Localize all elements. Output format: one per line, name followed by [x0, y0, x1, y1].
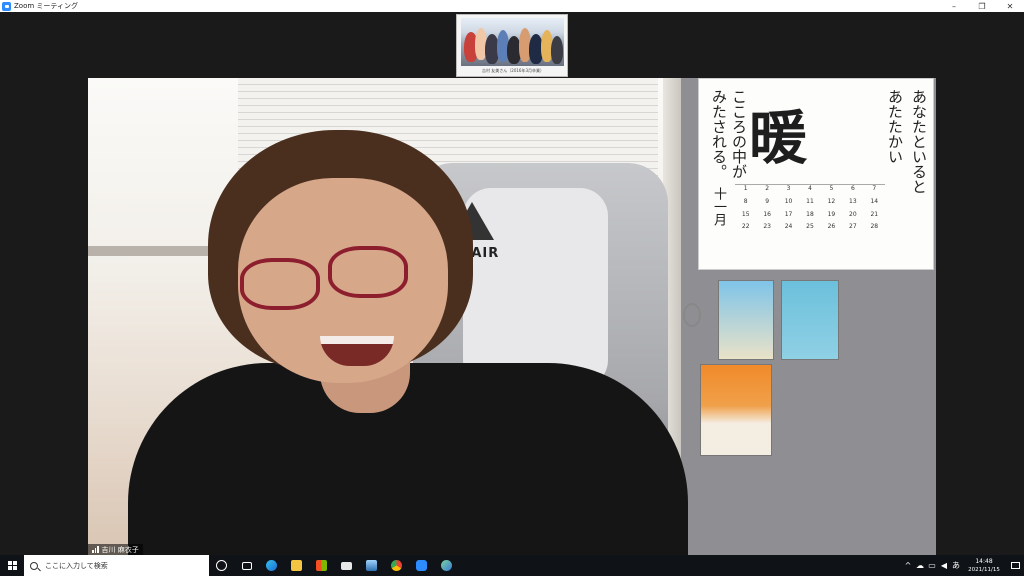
network-icon[interactable]: ▭: [926, 555, 938, 576]
clock-time: 14:48: [975, 557, 993, 565]
file-explorer-icon[interactable]: [284, 555, 309, 576]
active-speaker-video: あなたといると あたたかい 暖 こころの中が みたされる。 十一月 123456…: [88, 78, 936, 555]
calendar-day: 22: [741, 223, 750, 231]
glasses: [236, 246, 416, 314]
calendar-day: 3: [786, 185, 791, 192]
calendar-day: 7: [872, 185, 877, 192]
calendar-phrase-1: あなたといると: [910, 89, 928, 194]
cortana-icon[interactable]: [209, 555, 234, 576]
onedrive-icon[interactable]: ☁: [914, 555, 926, 576]
photos-icon[interactable]: [359, 555, 384, 576]
app-icon[interactable]: [434, 555, 459, 576]
taskbar-search-box[interactable]: ここに入力して検索: [24, 555, 209, 576]
search-icon: [30, 561, 38, 570]
calendar-day: 13: [849, 197, 857, 205]
calendar-day: 2: [765, 185, 770, 192]
calendar-month: 十一月: [711, 187, 726, 226]
chevron-up-icon[interactable]: ^: [902, 555, 914, 576]
calendar-phrase-2: あたたかい: [886, 89, 904, 164]
calendar-day: 21: [870, 210, 879, 218]
window-title: Zoom ミーティング: [14, 2, 78, 10]
windows-taskbar: ここに入力して検索 ^ ☁ ▭ ◀ あ 14:48 2021/11/15: [0, 555, 1024, 576]
task-view-icon[interactable]: [234, 555, 259, 576]
participant-thumbnail[interactable]: 吉村 友美さん（2016年3月卒業）: [456, 14, 568, 77]
calendar-day: 28: [870, 223, 879, 231]
calendar-day: 15: [741, 210, 750, 218]
calendar-day: 11: [806, 197, 814, 205]
calendar-day: 4: [808, 185, 812, 192]
person-body: [128, 363, 688, 555]
key-holder: [683, 303, 701, 327]
calendar-day: 12: [827, 197, 836, 205]
calendar-day: 24: [784, 223, 793, 231]
coffee-poster: [700, 364, 772, 456]
glasses-lens-left: [240, 258, 320, 310]
calendar-day: 20: [849, 210, 857, 218]
calendar-day: 10: [784, 197, 793, 205]
calendar-day: 14: [870, 197, 879, 205]
audio-level-icon: [92, 546, 99, 553]
volume-icon[interactable]: ◀: [938, 555, 950, 576]
calendar-phrase-3: こころの中が: [730, 89, 748, 179]
meeting-area: 吉村 友美さん（2016年3月卒業） あなたといると あたたかい 暖 こころの中…: [0, 12, 1024, 555]
calendar-day: 17: [784, 210, 793, 218]
calendar-day: 9: [765, 197, 770, 205]
window-controls: – ❐ ✕: [940, 0, 1024, 12]
poster-1: [718, 280, 774, 360]
calendar-day: 25: [806, 223, 814, 231]
calendar-day: 16: [763, 210, 771, 218]
calendar-day: 27: [849, 223, 857, 231]
calendar-day-grid: 1 2 3 4 5 6 7 8 9 10 11 12 13 14 15 16 17 18 19 20 21 22 23 24 2…: [735, 184, 885, 236]
minimize-button[interactable]: –: [940, 0, 968, 12]
close-button[interactable]: ✕: [996, 0, 1024, 12]
clock-date: 2021/11/15: [968, 566, 1000, 573]
system-tray: ^ ☁ ▭ ◀ あ 14:48 2021/11/15: [902, 555, 1024, 576]
calendar-day: 23: [763, 223, 771, 231]
taskbar-clock[interactable]: 14:48 2021/11/15: [962, 558, 1006, 574]
calendar-day: 26: [827, 223, 836, 231]
speaker-name: 吉川 麻衣子: [101, 545, 139, 554]
edge-icon[interactable]: [259, 555, 284, 576]
search-placeholder: ここに入力して検索: [45, 561, 108, 570]
poster-2: [781, 280, 839, 360]
calendar-day: 5: [829, 185, 834, 192]
calendar-day: 18: [806, 210, 814, 218]
calendar-day: 19: [827, 210, 836, 218]
glasses-lens-right: [328, 246, 408, 298]
windows-logo-icon: [7, 561, 17, 570]
calendar-big-word: 暖: [749, 104, 808, 172]
thumbnail-caption: 吉村 友美さん（2016年3月卒業）: [482, 68, 544, 73]
notification-icon: [1010, 562, 1020, 569]
notification-center-button[interactable]: [1006, 555, 1024, 576]
wall-calendar: あなたといると あたたかい 暖 こころの中が みたされる。 十一月 123456…: [698, 78, 934, 270]
calendar-day: 8: [743, 197, 748, 205]
calendar-phrase-4: みたされる。: [710, 89, 728, 179]
window-title-bar: Zoom ミーティング – ❐ ✕: [0, 0, 1024, 12]
speaker-name-tag: 吉川 麻衣子: [88, 544, 143, 555]
start-button[interactable]: [0, 555, 24, 576]
ime-indicator[interactable]: あ: [950, 555, 962, 576]
restore-button[interactable]: ❐: [968, 0, 996, 12]
zoom-icon[interactable]: [409, 555, 434, 576]
calendar-day: 6: [850, 185, 855, 192]
mail-icon[interactable]: [334, 555, 359, 576]
zoom-logo-icon: [2, 1, 11, 11]
calendar-day: 1: [743, 185, 748, 192]
chrome-icon[interactable]: [384, 555, 409, 576]
thumbnail-video: [461, 18, 564, 66]
store-icon[interactable]: [309, 555, 334, 576]
